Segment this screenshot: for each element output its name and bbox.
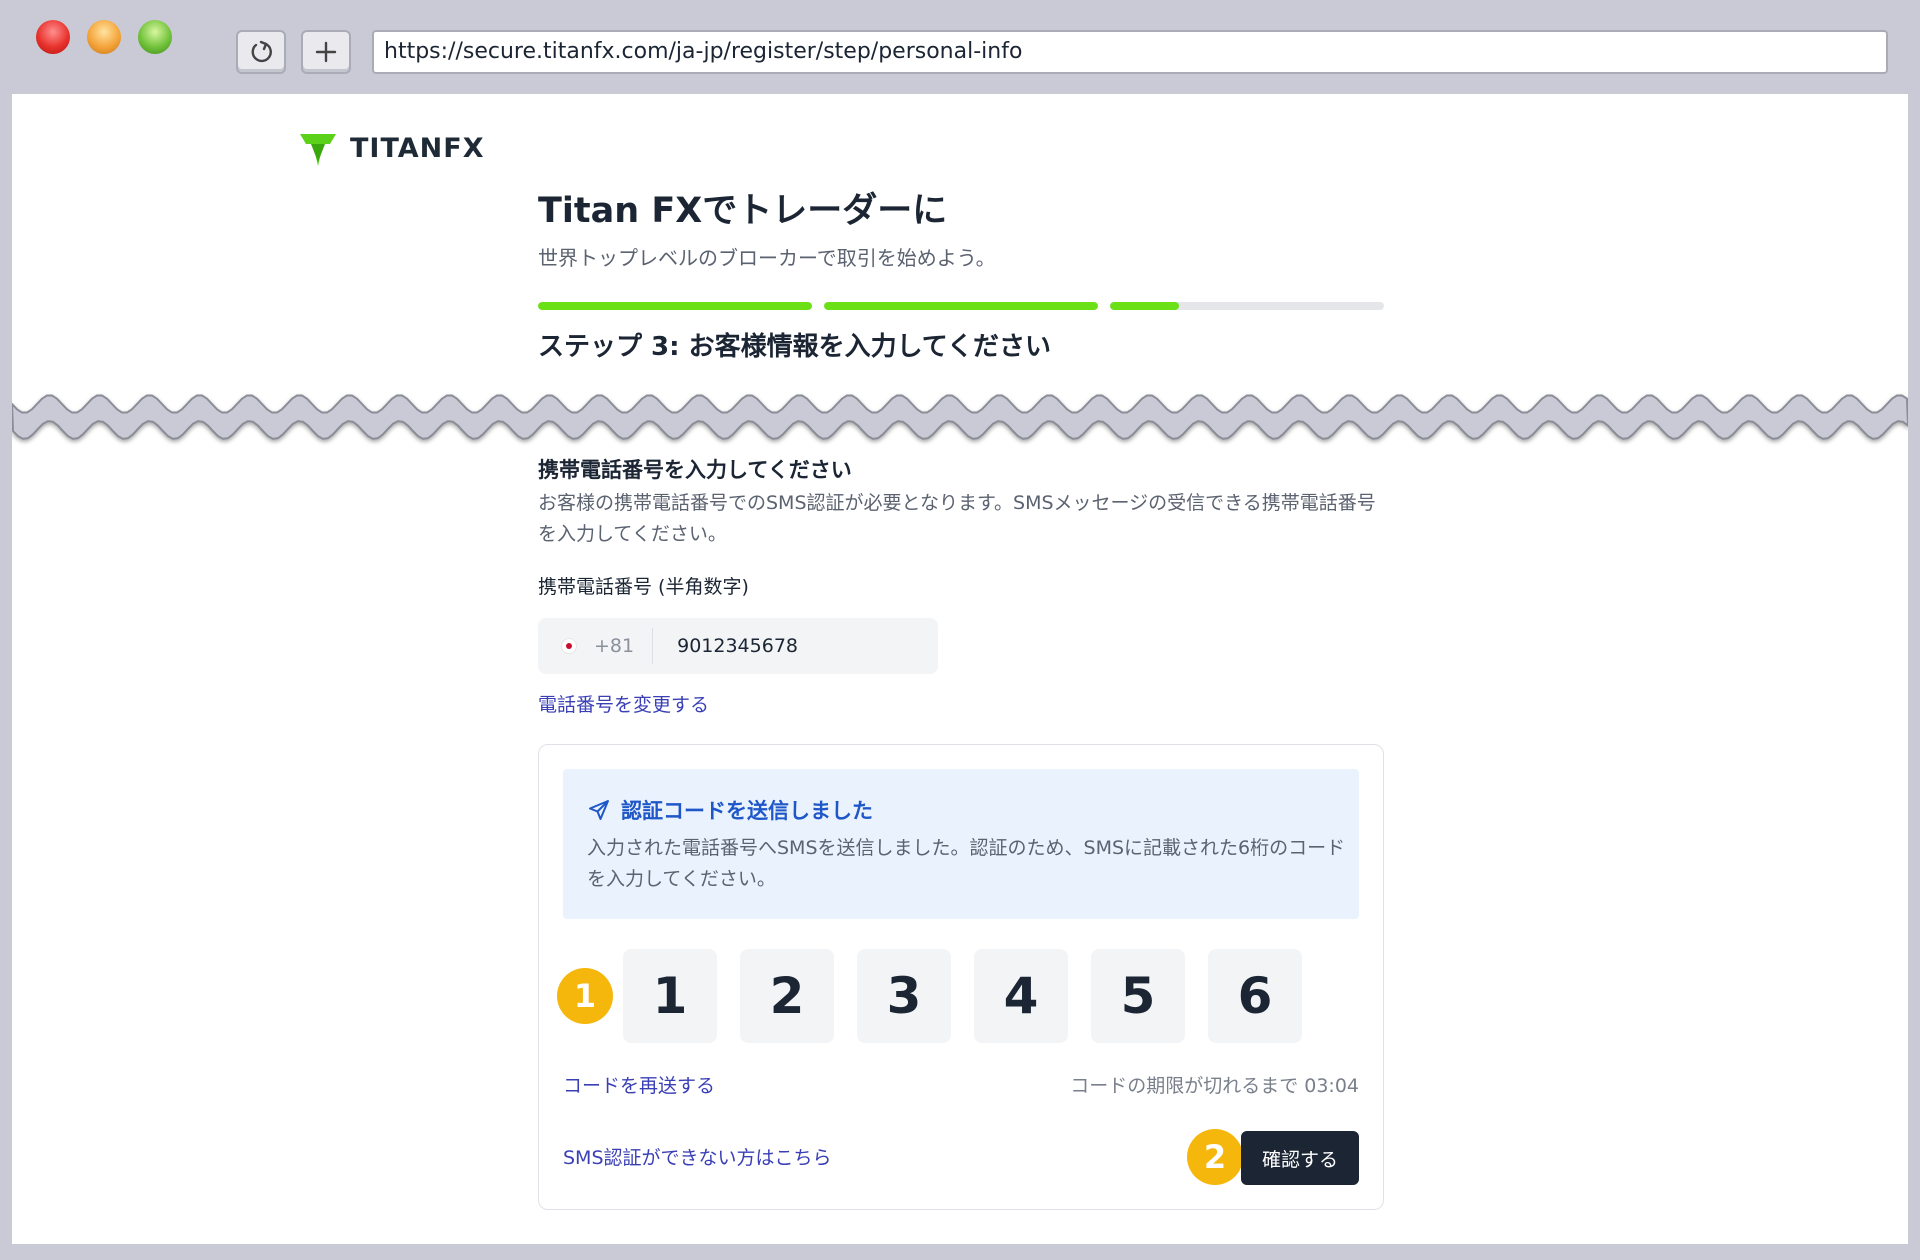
otp-digit-1[interactable]: 1: [623, 949, 717, 1043]
step-title: ステップ 3: お客様情報を入力してください: [538, 332, 1052, 362]
notice-title: 認証コードを送信しました: [621, 799, 873, 823]
otp-digit-6[interactable]: 6: [1208, 949, 1302, 1043]
otp-input-group: 1 2 3 4 5 6: [623, 949, 1302, 1043]
progress-segment-1: [538, 302, 812, 310]
page-title: Titan FXでトレーダーに: [538, 191, 948, 231]
japan-flag-icon: [562, 639, 576, 653]
page-break-wave: [12, 394, 1908, 440]
change-phone-link[interactable]: 電話番号を変更する: [538, 690, 709, 717]
sms-help-link[interactable]: SMS認証ができない方はこちら: [563, 1143, 832, 1170]
address-bar[interactable]: https://secure.titanfx.com/ja-jp/registe…: [372, 30, 1888, 74]
minimize-window-icon[interactable]: [87, 20, 121, 54]
country-code: +81: [594, 635, 635, 657]
otp-digit-3[interactable]: 3: [857, 949, 951, 1043]
page-content: TITANFX Titan FXでトレーダーに 世界トップレベルのブローカーで取…: [12, 94, 1908, 1244]
expiry-timer: コードの期限が切れるまで 03:04: [1070, 1075, 1359, 1097]
phone-number-value[interactable]: 9012345678: [677, 635, 798, 657]
notice-body: 入力された電話番号へSMSを送信しました。認証のため、SMSに記載された6桁のコ…: [587, 837, 1346, 890]
otp-digit-5[interactable]: 5: [1091, 949, 1185, 1043]
progress-segment-2: [824, 302, 1098, 310]
send-icon: [589, 800, 609, 820]
notice-header: 認証コードを送信しました: [587, 795, 873, 825]
browser-chrome: https://secure.titanfx.com/ja-jp/registe…: [0, 0, 1920, 94]
confirm-button[interactable]: 確認する: [1241, 1131, 1359, 1185]
reload-icon: [251, 40, 272, 63]
new-tab-button[interactable]: [301, 30, 351, 74]
close-window-icon[interactable]: [36, 20, 70, 54]
code-sent-notice: 認証コードを送信しました 入力された電話番号へSMSを送信しました。認証のため、…: [563, 769, 1359, 919]
phone-section-description: お客様の携帯電話番号でのSMS認証が必要となります。SMSメッセージの受信できる…: [538, 492, 1376, 545]
logo-text: TITANFX: [350, 132, 485, 164]
otp-digit-4[interactable]: 4: [974, 949, 1068, 1043]
titan-logo-icon: [300, 134, 336, 166]
progress-segment-3: [1110, 302, 1384, 310]
resend-code-link[interactable]: コードを再送する: [563, 1071, 715, 1098]
plus-icon: [315, 41, 337, 63]
phone-section-title: 携帯電話番号を入力してください: [538, 458, 852, 482]
otp-digit-2[interactable]: 2: [740, 949, 834, 1043]
step-badge-1: 1: [557, 968, 613, 1024]
step-badge-2: 2: [1187, 1129, 1243, 1185]
phone-input[interactable]: +81 9012345678: [538, 618, 938, 674]
reload-button[interactable]: [236, 30, 286, 74]
step-progress-bar: [538, 302, 1384, 310]
phone-divider: [652, 628, 654, 664]
page-subtitle: 世界トップレベルのブローカーで取引を始めよう。: [538, 246, 996, 270]
phone-field-label: 携帯電話番号 (半角数字): [538, 576, 749, 598]
maximize-window-icon[interactable]: [138, 20, 172, 54]
titanfx-logo[interactable]: TITANFX: [298, 128, 485, 168]
verification-card: 認証コードを送信しました 入力された電話番号へSMSを送信しました。認証のため、…: [538, 744, 1384, 1210]
